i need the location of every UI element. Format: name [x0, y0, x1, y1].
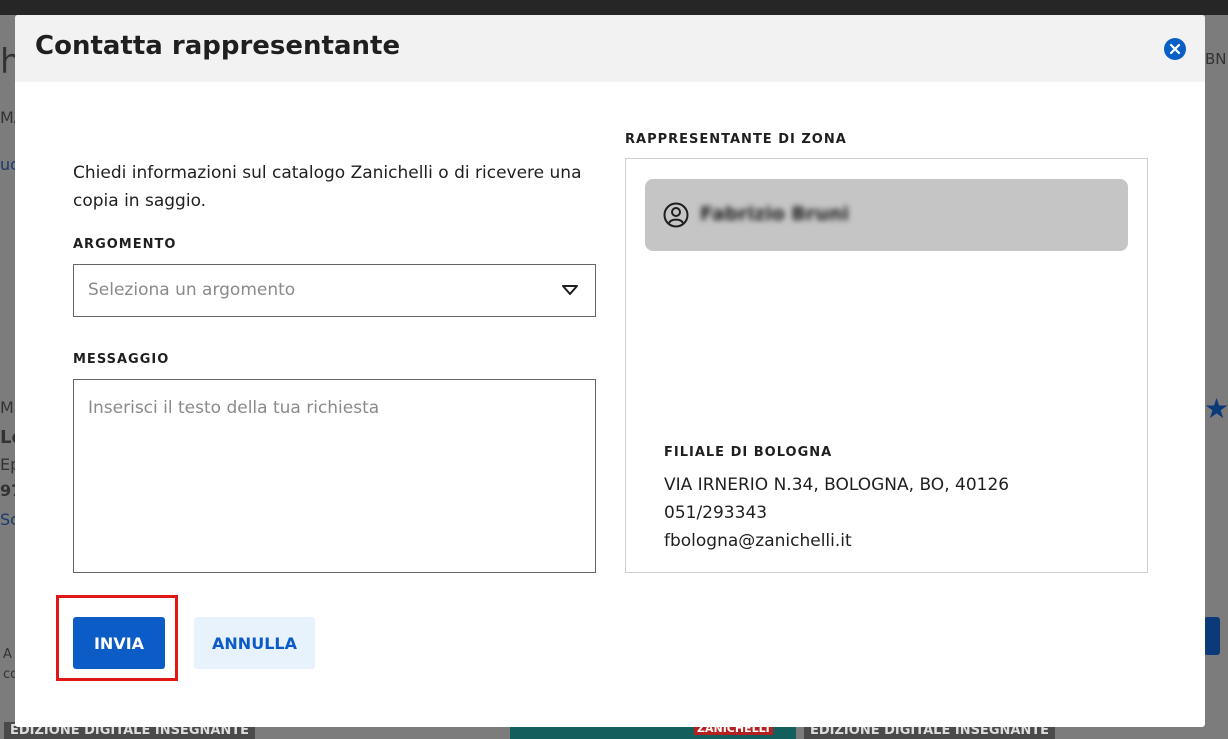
- representative-name: Fabrizio Bruni: [700, 203, 849, 225]
- chevron-down-icon: [562, 285, 578, 295]
- close-icon: [1169, 43, 1181, 55]
- message-label: MESSAGGIO: [73, 352, 170, 367]
- message-textarea[interactable]: Inserisci il testo della tua richiesta: [73, 379, 596, 573]
- representative-card: Fabrizio Bruni: [645, 179, 1128, 251]
- branch-phone: 051/293343: [664, 503, 768, 523]
- dialog-header: Contatta rappresentante: [15, 15, 1205, 82]
- representative-title: RAPPRESENTANTE DI ZONA: [625, 132, 847, 147]
- intro-text: Chiedi informazioni sul catalogo Zaniche…: [73, 163, 582, 211]
- branch-address: VIA IRNERIO N.34, BOLOGNA, BO, 40126: [664, 475, 1010, 495]
- user-icon: [663, 202, 689, 228]
- topic-label: ARGOMENTO: [73, 237, 177, 252]
- topic-placeholder: Seleziona un argomento: [88, 280, 296, 300]
- bg-button: [1204, 617, 1220, 655]
- dialog-title: Contatta rappresentante: [35, 31, 401, 61]
- top-bar: [0, 0, 1228, 15]
- bg-fragment: BN: [1205, 50, 1227, 68]
- send-button[interactable]: INVIA: [73, 617, 165, 669]
- message-placeholder: Inserisci il testo della tua richiesta: [88, 398, 380, 418]
- cancel-button[interactable]: ANNULLA: [194, 617, 315, 669]
- branch-email: fbologna@zanichelli.it: [664, 531, 852, 551]
- bg-fragment: A: [3, 647, 12, 662]
- contact-representative-dialog: Contatta rappresentante Chiedi informazi…: [15, 15, 1205, 727]
- representative-panel: Fabrizio Bruni FILIALE DI BOLOGNA VIA IR…: [625, 158, 1148, 573]
- topic-select[interactable]: Seleziona un argomento: [73, 264, 596, 317]
- star-icon: ★: [1204, 392, 1228, 425]
- branch-label: FILIALE DI BOLOGNA: [664, 445, 833, 460]
- close-button[interactable]: [1164, 38, 1186, 60]
